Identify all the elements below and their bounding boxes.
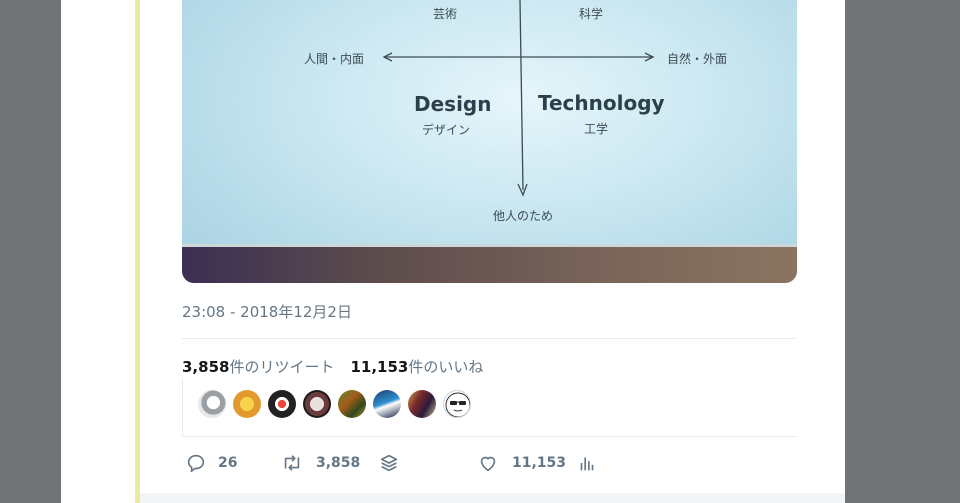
divider bbox=[182, 338, 796, 339]
photo-audience-area bbox=[182, 244, 797, 283]
tweet-actions: 26 3,858 11,153 bbox=[185, 452, 796, 476]
avatar[interactable] bbox=[233, 390, 261, 418]
analytics-icon[interactable] bbox=[576, 452, 598, 474]
layers-icon[interactable] bbox=[378, 452, 400, 474]
avatar[interactable] bbox=[408, 390, 436, 418]
label-science: 科学 bbox=[579, 7, 604, 21]
sunglasses-face-icon bbox=[445, 392, 470, 417]
avatar[interactable] bbox=[338, 390, 366, 418]
tweet-photo[interactable]: 芸術 科学 人間・内面 自然・外面 Design デザイン Technology… bbox=[182, 0, 797, 283]
label-for-others: 他人のため bbox=[493, 209, 554, 223]
label-engineering-jp: 工学 bbox=[584, 122, 609, 136]
label-design-jp: デザイン bbox=[422, 123, 471, 137]
retweet-icon[interactable] bbox=[281, 452, 303, 474]
thread-accent-bar bbox=[135, 0, 140, 503]
avatar[interactable] bbox=[268, 390, 296, 418]
tweet-timestamp[interactable]: 23:08 - 2018年12月2日 bbox=[182, 301, 352, 322]
avatar[interactable] bbox=[303, 390, 331, 418]
avatar[interactable] bbox=[443, 390, 471, 418]
like-stat-label[interactable]: 件のいいね bbox=[408, 358, 483, 376]
retweet-count: 3,858 bbox=[316, 455, 361, 471]
label-nature-outer: 自然・外面 bbox=[667, 52, 728, 66]
avatar[interactable] bbox=[198, 390, 226, 418]
retweet-stat-count[interactable]: 3,858 bbox=[182, 358, 229, 376]
label-human-inner: 人間・内面 bbox=[304, 52, 365, 66]
like-count: 11,153 bbox=[512, 455, 567, 471]
divider bbox=[182, 436, 796, 437]
reply-icon[interactable] bbox=[185, 452, 207, 474]
card-footer-strip bbox=[140, 493, 845, 503]
reply-count: 26 bbox=[218, 455, 238, 471]
like-heart-icon[interactable] bbox=[477, 452, 499, 474]
label-design: Design bbox=[414, 92, 492, 116]
avatars-border bbox=[182, 378, 183, 436]
diagram-axes bbox=[382, 0, 655, 197]
tweet-stats: 3,858件のリツイート 11,153件のいいね bbox=[182, 356, 483, 377]
retweet-stat-label[interactable]: 件のリツイート bbox=[229, 358, 334, 376]
label-technology: Technology bbox=[538, 91, 665, 115]
liker-avatars bbox=[182, 378, 796, 436]
label-art: 芸術 bbox=[433, 7, 458, 21]
like-stat-count[interactable]: 11,153 bbox=[350, 358, 408, 376]
avatar[interactable] bbox=[373, 390, 401, 418]
